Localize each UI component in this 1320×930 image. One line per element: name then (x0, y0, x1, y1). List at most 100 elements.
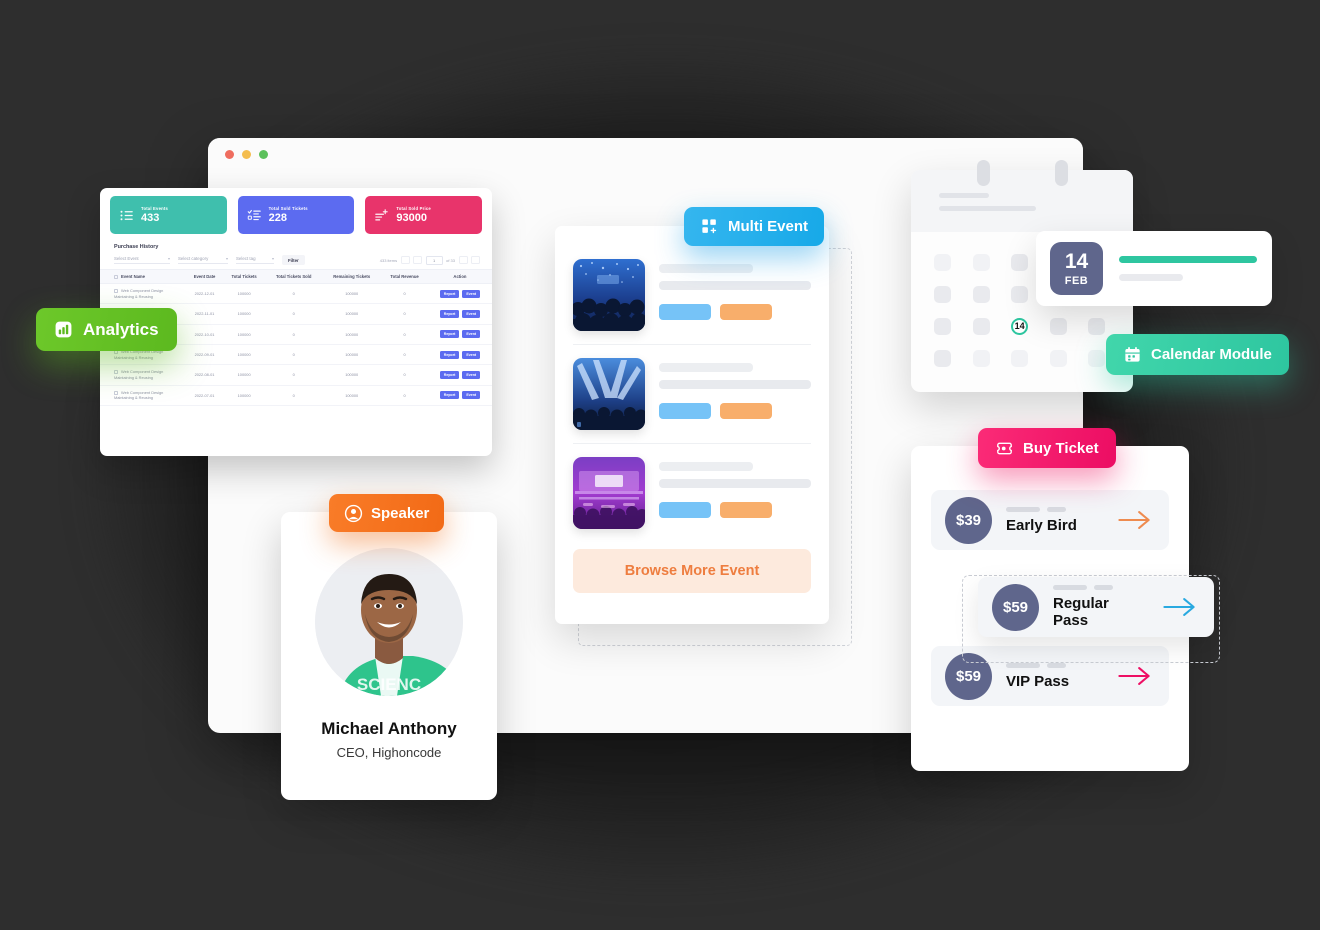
cell-revenue: 0 (381, 385, 428, 406)
report-button[interactable]: Report (439, 309, 460, 318)
event-list-item[interactable] (573, 443, 811, 542)
report-button[interactable]: Report (439, 289, 460, 298)
filter-button[interactable]: Filter (282, 255, 305, 265)
arrow-right-icon[interactable] (1162, 594, 1200, 620)
minimize-icon[interactable] (242, 149, 251, 159)
event-tag-primary[interactable] (659, 304, 711, 320)
event-list-item[interactable] (573, 344, 811, 443)
calendar-day-cell[interactable] (972, 318, 990, 335)
event-button[interactable]: Event (462, 391, 481, 400)
select-all-checkbox[interactable] (114, 274, 118, 279)
arrow-right-icon[interactable] (1117, 507, 1155, 533)
row-checkbox[interactable] (114, 288, 118, 293)
ticket-price: $59 (992, 583, 1039, 631)
arrow-right-icon[interactable] (1117, 663, 1155, 689)
calendar-day-selected[interactable]: 14 (1011, 318, 1029, 335)
event-tag-secondary[interactable] (720, 304, 772, 320)
event-button[interactable]: Event (462, 370, 481, 379)
row-checkbox[interactable] (114, 390, 118, 395)
calendar-event-card[interactable]: 14 FEB (1036, 231, 1272, 306)
pagination-prev-button[interactable] (413, 256, 423, 264)
analytics-badge[interactable]: Analytics (36, 308, 177, 351)
buy-ticket-badge[interactable]: Buy Ticket (978, 428, 1116, 468)
event-button[interactable]: Event (462, 330, 481, 339)
calendar-day-cell[interactable] (972, 254, 990, 271)
grid-plus-icon (702, 219, 717, 234)
speaker-card: SCIENC Michael Anthony CEO, Highoncode (281, 512, 497, 800)
stat-card-total-sold-price[interactable]: Total Sold Price 93000 (365, 196, 483, 234)
event-button[interactable]: Event (462, 309, 481, 318)
report-button[interactable]: Report (439, 370, 460, 379)
event-desc-placeholder (659, 281, 811, 290)
maximize-icon[interactable] (259, 149, 268, 159)
calendar-day-cell[interactable] (1011, 254, 1029, 271)
cell-total-tickets: 100000 (223, 344, 266, 366)
event-tag-secondary[interactable] (720, 403, 772, 419)
speaker-portrait: SCIENC (315, 548, 463, 696)
select-event-dropdown[interactable]: Select Event ▾ (114, 256, 170, 264)
stat-card-total-events[interactable]: Total Events 433 (110, 196, 227, 234)
calendar-ring-right (1055, 160, 1068, 186)
report-button[interactable]: Report (439, 330, 460, 339)
cell-total-tickets: 100000 (223, 385, 266, 406)
close-icon[interactable] (225, 149, 234, 159)
cell-event-name: Web Component Design Maintaining & Reusi… (114, 369, 164, 380)
calendar-day-cell[interactable] (1011, 286, 1029, 303)
cell-revenue: 0 (381, 283, 428, 305)
calendar-module-badge[interactable]: Calendar Module (1106, 334, 1289, 375)
multi-event-badge[interactable]: Multi Event (684, 207, 825, 246)
event-tag-primary[interactable] (659, 502, 711, 518)
calendar-ring-left (977, 160, 990, 186)
stat-card-total-sold-tickets[interactable]: Total Sold Tickets 228 (237, 196, 355, 234)
add-lines-icon (375, 208, 389, 220)
event-tag-secondary[interactable] (720, 502, 772, 518)
event-tag-primary[interactable] (659, 403, 711, 419)
cell-tickets-sold: 0 (265, 283, 323, 305)
table-row[interactable]: Web Component Design Maintaining & Reusi… (100, 283, 492, 305)
pagination-last-button[interactable] (471, 256, 480, 264)
calendar-day-cell[interactable] (934, 350, 951, 367)
calendar-badge-label: Calendar Module (1151, 346, 1272, 363)
cell-tickets-sold: 0 (265, 364, 323, 386)
event-button[interactable]: Event (462, 350, 481, 359)
table-row[interactable]: Web Component Design Maintaining & Reusi… (100, 385, 492, 406)
table-row[interactable]: Web Component Design Maintaining & Reusi… (100, 364, 492, 386)
cell-remaining: 100000 (322, 283, 382, 305)
calendar-day-cell[interactable] (972, 286, 990, 303)
browse-more-event-button[interactable]: Browse More Event (573, 549, 811, 593)
event-thumbnail-concert-crowd (573, 259, 645, 331)
report-button[interactable]: Report (439, 391, 460, 400)
calendar-day-cell[interactable] (934, 318, 951, 335)
event-thumbnail-stage-lights (573, 358, 645, 430)
speaker-badge[interactable]: Speaker (329, 494, 445, 532)
calendar-header (911, 170, 1133, 232)
stat-value: 433 (141, 211, 160, 224)
event-day: 14 (1064, 249, 1089, 273)
ticket-row-early-bird[interactable]: $39 Early Bird (931, 490, 1169, 550)
cell-event-date: 2022-12-01 (186, 283, 224, 305)
event-desc-placeholder (659, 380, 811, 389)
calendar-day-cell[interactable] (972, 350, 990, 367)
row-checkbox[interactable] (114, 370, 118, 375)
column-action: Action (427, 269, 492, 284)
calendar-day-cell[interactable] (934, 254, 951, 271)
pagination-first-button[interactable] (400, 256, 410, 264)
select-tag-dropdown[interactable]: Select tag ▾ (236, 256, 274, 264)
calendar-day-cell[interactable] (934, 286, 951, 303)
ticket-row-regular-pass[interactable]: $59 Regular Pass (978, 577, 1214, 637)
filter-toolbar: Select Event ▾ Select category ▾ Select … (100, 250, 492, 269)
pagination-next-button[interactable] (458, 256, 468, 264)
calendar-day-cell[interactable] (1088, 350, 1106, 367)
report-button[interactable]: Report (439, 350, 460, 359)
event-button[interactable]: Event (462, 289, 481, 298)
calendar-day-cell[interactable] (1011, 350, 1029, 367)
pagination-page-input[interactable]: 1 (425, 255, 443, 265)
calendar-day-cell[interactable] (1049, 318, 1067, 335)
select-category-dropdown[interactable]: Select category ▾ (178, 256, 228, 264)
calendar-day-cell[interactable] (1088, 318, 1106, 335)
cell-tickets-sold: 0 (265, 385, 323, 406)
calendar-day-cell[interactable] (1049, 350, 1067, 367)
cell-event-date: 2022-09-01 (186, 344, 224, 366)
event-list-item[interactable] (573, 246, 811, 344)
cell-total-tickets: 100000 (223, 303, 266, 325)
